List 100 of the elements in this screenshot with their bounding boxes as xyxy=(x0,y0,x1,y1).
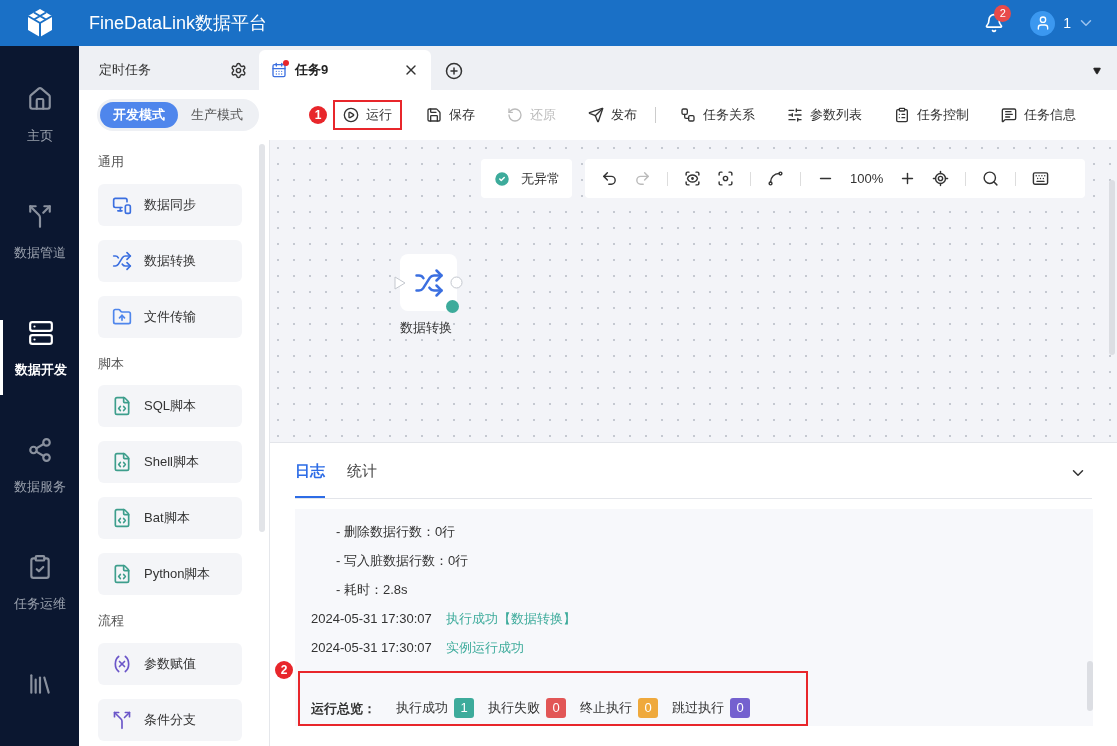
log-message: 实例运行成功 xyxy=(445,639,524,658)
toolbar-button[interactable]: 发布 xyxy=(580,100,645,130)
nav-item[interactable]: 任务运维 xyxy=(0,554,79,629)
nav-icon xyxy=(26,437,53,463)
log-time: 2024-05-31 17:30:07 xyxy=(311,639,432,658)
dropdown-caret-icon[interactable] xyxy=(1093,67,1101,75)
summary-label: 运行总览： xyxy=(311,699,376,718)
log-tab[interactable]: 统计 xyxy=(347,459,377,498)
canvas-scrollbar[interactable] xyxy=(1109,180,1115,355)
output-port-icon xyxy=(450,276,463,289)
summary-label: 终止执行 xyxy=(580,699,632,718)
save-icon xyxy=(426,107,442,123)
nav-icon xyxy=(28,320,54,346)
nav-item[interactable]: 主页 xyxy=(0,86,79,161)
log-message: 执行成功【数据转换】 xyxy=(445,610,576,629)
nav-label: 主页 xyxy=(26,127,53,145)
component-item[interactable]: Shell脚本 xyxy=(98,441,242,483)
nav-icon xyxy=(26,203,53,229)
params-icon xyxy=(787,107,803,123)
connector-style-icon[interactable] xyxy=(767,170,784,187)
toolbar-button[interactable]: 参数列表 xyxy=(779,100,870,130)
component-item[interactable]: 数据同步 xyxy=(98,183,242,226)
script-icon xyxy=(112,564,132,584)
log-time: 2024-05-31 17:30:07 xyxy=(311,610,432,629)
document-tab[interactable]: 定时任务 xyxy=(87,50,259,90)
nav-item[interactable]: 数据服务 xyxy=(0,437,79,512)
nav-label: 数据服务 xyxy=(13,478,66,496)
summary-label: 执行成功 xyxy=(396,699,448,718)
toolbar-button[interactable]: 任务控制 xyxy=(886,100,977,130)
section-heading: 脚本 xyxy=(98,354,125,373)
zoom-level: 100% xyxy=(850,169,884,188)
nav-label: 数据开发 xyxy=(15,361,67,379)
component-item[interactable]: 参数赋值 xyxy=(98,642,242,685)
log-line: - 删除数据行数：0行 xyxy=(335,523,457,542)
calendar-icon xyxy=(271,62,287,78)
nav-label: 数据管道 xyxy=(13,244,66,262)
flow-node[interactable] xyxy=(400,254,457,311)
log-scrollbar[interactable] xyxy=(1087,661,1093,711)
user-name: 1 xyxy=(1063,13,1071,33)
count-badge: 0 xyxy=(730,698,750,718)
toolbar-button[interactable]: 任务信息 xyxy=(993,100,1084,130)
play-icon xyxy=(343,107,359,123)
step-marker: 1 xyxy=(309,106,327,124)
summary-label: 执行失败 xyxy=(488,699,540,718)
log-tab[interactable]: 日志 xyxy=(295,459,325,498)
component-item[interactable]: SQL脚本 xyxy=(98,385,242,427)
step-marker: 2 xyxy=(275,661,293,679)
branch-icon xyxy=(112,709,132,730)
tab-label: 任务9 xyxy=(295,61,329,80)
file-icon xyxy=(112,306,132,327)
transform-icon xyxy=(413,267,444,298)
section-heading: 流程 xyxy=(98,612,125,630)
count-badge: 0 xyxy=(638,698,658,718)
status-chip: 无异常 xyxy=(481,159,572,198)
log-line: - 写入脏数据行数：0行 xyxy=(335,552,470,571)
info-icon xyxy=(1001,107,1017,123)
component-item[interactable]: 条件分支 xyxy=(98,698,242,741)
app-title: FineDataLink数据平台 xyxy=(89,11,268,35)
tab-label: 定时任务 xyxy=(99,61,151,80)
mode-toggle[interactable]: 开发模式 xyxy=(100,102,178,128)
toolbar-button[interactable]: 运行 xyxy=(333,100,402,130)
nav-icon xyxy=(26,86,53,112)
send-icon xyxy=(588,107,604,123)
eye-icon[interactable] xyxy=(684,170,701,187)
search-icon[interactable] xyxy=(982,170,1000,187)
restore-icon xyxy=(507,107,523,123)
count-badge: 1 xyxy=(454,698,474,718)
relation-icon xyxy=(680,107,696,123)
keyboard-icon[interactable] xyxy=(1032,170,1050,187)
nav-label: 任务运维 xyxy=(13,595,66,613)
script-icon xyxy=(112,508,132,528)
user-avatar[interactable] xyxy=(1030,10,1056,36)
fit-view-icon[interactable] xyxy=(717,170,734,187)
log-line: - 耗时：2.8s xyxy=(335,581,409,600)
component-item[interactable]: 文件传输 xyxy=(98,295,242,338)
node-label: 数据转换 xyxy=(400,319,452,337)
script-icon xyxy=(112,452,132,472)
mode-toggle[interactable]: 生产模式 xyxy=(178,102,256,128)
assign-icon xyxy=(112,653,132,674)
document-tab[interactable]: 任务9 xyxy=(259,50,431,90)
check-icon xyxy=(493,169,511,188)
component-item[interactable]: Bat脚本 xyxy=(98,497,242,539)
add-tab-icon[interactable] xyxy=(445,62,463,80)
component-item[interactable]: Python脚本 xyxy=(98,553,242,595)
input-port-icon xyxy=(394,276,406,290)
control-icon xyxy=(894,107,910,123)
count-badge: 0 xyxy=(546,698,566,718)
undo-icon[interactable] xyxy=(601,170,618,187)
locate-icon[interactable] xyxy=(932,170,950,187)
scrollbar[interactable] xyxy=(259,144,265,532)
settings-icon[interactable] xyxy=(230,61,247,79)
component-item[interactable]: 数据转换 xyxy=(98,239,242,282)
section-heading: 通用 xyxy=(98,153,125,171)
summary-label: 跳过执行 xyxy=(672,699,724,718)
toolbar-button[interactable]: 保存 xyxy=(418,100,483,130)
toolbar-button[interactable]: 任务关系 xyxy=(672,100,763,130)
script-icon xyxy=(112,396,132,416)
transform-icon xyxy=(112,250,132,271)
nav-item[interactable]: 数据管道 xyxy=(0,203,79,278)
notification-badge: 2 xyxy=(994,5,1012,22)
